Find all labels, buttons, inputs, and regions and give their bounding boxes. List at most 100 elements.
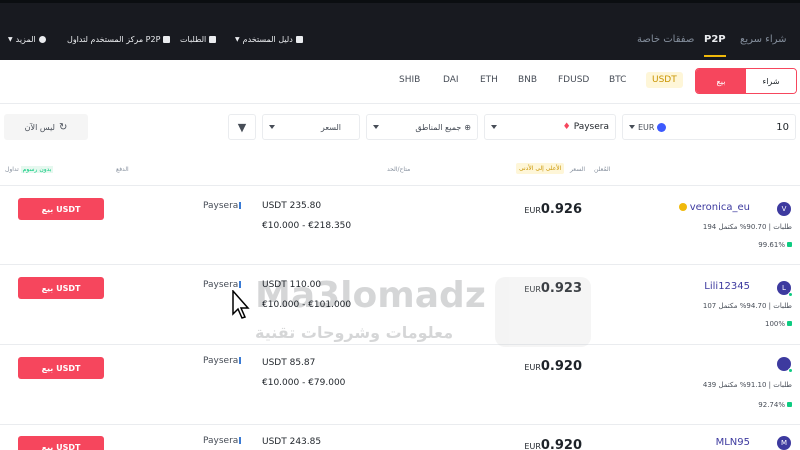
payment-bar-icon [239,202,242,209]
coin-tab-dai[interactable]: DAI [443,75,459,85]
completion-rate: 94.70% مكتمل [718,302,767,310]
refresh-icon: ↻ [58,121,68,133]
price-currency: EUR [524,285,541,294]
payment-method: Paysera [203,280,242,290]
payment-method: Paysera [203,436,242,446]
coin-tab-btc[interactable]: BTC [609,75,626,85]
table-row: بيع USDT Paysera USDT 243.85 EUR0.920 ML… [0,424,800,450]
amount-input[interactable]: EUR 10 [622,114,796,140]
buy-tab[interactable]: شراء [746,69,796,93]
avatar[interactable]: V [777,202,791,216]
rating: 92.74% [758,401,792,409]
orders-link[interactable]: الطلبات [180,35,217,44]
user-center-icon [163,36,171,43]
refresh-button[interactable]: ليس الآن ↻ [4,114,88,140]
user-center-link[interactable]: مركز المستخدم لتداول P2P [67,35,171,44]
amount-value: 10 [776,121,789,133]
online-indicator [788,292,793,297]
regions-select[interactable]: جميع المناطق ⊕ [366,114,478,140]
orders-icon [209,36,217,43]
more-label: المزيد [15,35,36,44]
table-row: بيع USDT Paysera USDT 235.80 €10.000 - €… [0,185,800,264]
price: EUR0.923 [524,281,582,296]
advertiser-name[interactable]: MLN95 [716,437,750,448]
chevron-down-icon [269,125,275,129]
sell-usdt-button[interactable]: بيع USDT [18,436,104,450]
sell-usdt-button[interactable]: بيع USDT [18,357,104,379]
avatar[interactable]: M [777,436,791,450]
advertiser-name-label: Lili12345 [704,281,750,292]
advertiser-name-label: veronica_eu [689,202,750,213]
completion-rate: 91.10% مكتمل [718,381,767,389]
coin-tab-shib[interactable]: SHIB [399,75,420,85]
price-currency: EUR [524,206,541,215]
advertiser-name[interactable]: veronica_eu [678,202,750,213]
coin-tab-eth[interactable]: ETH [480,75,498,85]
payment-select[interactable]: ♦ Paysera [484,114,616,140]
price: EUR0.920 [524,438,582,450]
sort-badge[interactable]: الأعلى إلى الأدنى [516,163,565,174]
more-icon [38,36,46,43]
filter-button[interactable]: ▼ [228,114,256,140]
limit-range: €10.000 - €101.000 [262,300,352,310]
guide-icon [295,36,303,43]
chevron-down-icon [373,125,379,129]
divider [0,103,800,104]
orders-label: الطلبات [180,35,207,44]
available-amount: USDT 235.80 [262,201,322,211]
buy-sell-toggle: بيع شراء [695,68,797,94]
payment-label: Paysera [573,122,609,132]
advertiser-stats: 194 طلبات | 90.70% مكتمل [702,223,792,231]
refresh-label: ليس الآن [24,122,55,132]
user-center-label: مركز المستخدم لتداول P2P [67,35,161,44]
payment-method-label: Paysera [203,436,239,446]
more-menu[interactable]: ▼ المزيد [8,35,46,44]
payment-method-label: Paysera [203,280,239,290]
nav-express[interactable]: شراء سريع [740,34,787,45]
advertiser-name[interactable]: Lili12345 [704,281,750,292]
nav-p2p[interactable]: P2P [704,34,726,57]
price-value: 0.920 [540,438,582,450]
payment-method: Paysera [203,356,242,366]
user-guide-menu[interactable]: ▼ دليل المستخدم [235,35,303,44]
rating-value: 99.61% [758,241,785,249]
nav-block-trade[interactable]: صفقات خاصة [637,34,694,45]
header-advertiser: المُعلن [594,166,611,173]
advertiser-stats: 439 طلبات | 91.10% مكتمل [702,381,792,389]
table-row: بيع USDT Paysera USDT 85.87 €10.000 - €7… [0,344,800,424]
header-price: السعر [570,166,586,173]
sell-usdt-button[interactable]: بيع USDT [18,277,104,299]
header-payment: الدفع [116,166,129,173]
rating-value: 92.74% [758,401,785,409]
payment-bar-icon [239,437,242,444]
euro-icon [657,122,667,132]
available-amount: USDT 110.00 [262,280,322,290]
price: EUR0.920 [524,359,582,374]
sort-select[interactable]: السعر [262,114,360,140]
rating: 99.61% [758,241,792,249]
filter-icon: ▼ [237,120,247,134]
sell-tab[interactable]: بيع [696,69,746,93]
payment-bar-icon [239,357,242,364]
sell-usdt-button[interactable]: بيع USDT [18,198,104,220]
coin-tab-usdt[interactable]: USDT [646,72,683,88]
coin-tab-fdusd[interactable]: FDUSD [558,75,589,85]
currency-label: EUR [638,122,655,132]
top-strip [0,0,800,3]
regions-label: جميع المناطق [415,122,462,132]
limit-range: €10.000 - €79.000 [262,378,346,388]
available-amount: USDT 243.85 [262,437,322,447]
verified-icon [678,203,687,211]
rating: 100% [765,320,792,328]
price-currency: EUR [524,363,541,372]
online-indicator [788,368,793,373]
payment-bar-icon [239,281,242,288]
advertiser-stats: 107 طلبات | 94.70% مكتمل [702,302,792,310]
payment-method-label: Paysera [203,201,239,211]
currency-select[interactable]: EUR [629,122,667,132]
header-limits: متاح/الحد [387,166,411,173]
thumbs-up-icon [787,321,792,326]
coin-tab-bnb[interactable]: BNB [518,75,537,85]
sort-label: السعر [320,122,341,132]
payment-method-label: Paysera [203,356,239,366]
